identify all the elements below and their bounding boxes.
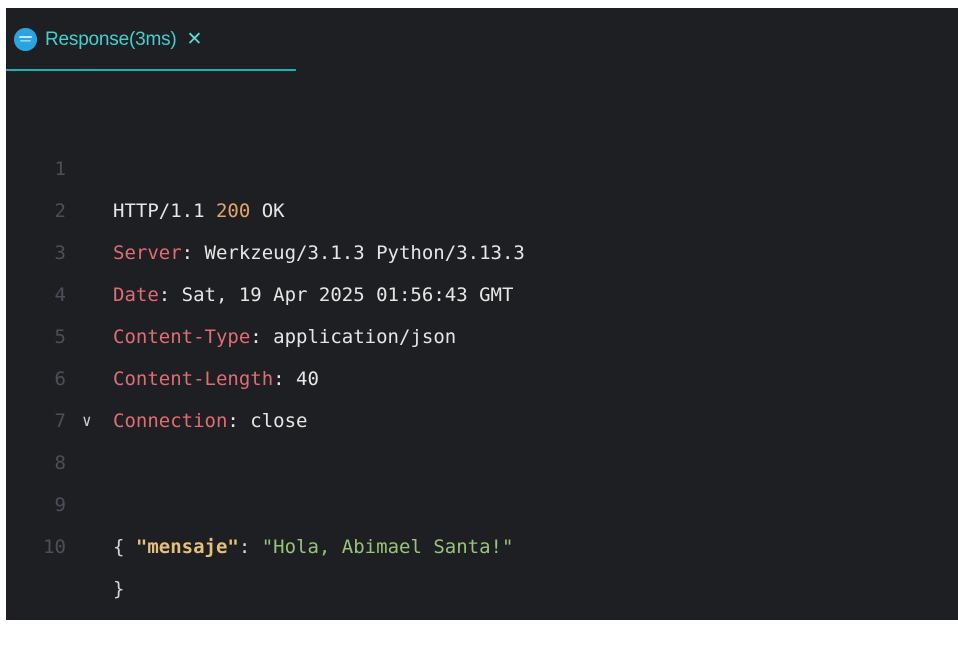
code-line: 1 HTTP/1.1 200 OK <box>6 106 958 222</box>
active-tab-indicator <box>6 69 296 71</box>
code-line: 6 Connection: close <box>6 316 958 432</box>
code-line: 8 ∨ { <box>6 400 958 558</box>
close-icon[interactable]: ✕ <box>187 30 203 49</box>
tab-label: Response(3ms) <box>45 28 177 50</box>
code-line: 3 Date: Sat, 19 Apr 2025 01:56:43 GMT <box>6 190 958 306</box>
code-line: 10 } <box>6 484 958 600</box>
line-number: 10 <box>43 536 66 558</box>
code-content: "mensaje": "Hola, Abimael Santa!" <box>113 526 514 568</box>
json-separator: : <box>238 536 262 558</box>
response-panel: Response(3ms) ✕ 1 HTTP/1.1 200 OK 2 Serv… <box>6 8 958 620</box>
code-line: 4 Content-Type: application/json <box>6 232 958 348</box>
code-line: 2 Server: Werkzeug/3.1.3 Python/3.13.3 <box>6 148 958 264</box>
tab-bar: Response(3ms) ✕ <box>6 8 958 71</box>
code-line: 9 "mensaje": "Hola, Abimael Santa!" <box>6 442 958 558</box>
code-line: 5 Content-Length: 40 <box>6 274 958 390</box>
code-line-empty: 7 <box>6 358 958 432</box>
api-client-globe-icon <box>14 28 37 51</box>
tab-response[interactable]: Response(3ms) ✕ <box>6 8 296 71</box>
response-body: 1 HTTP/1.1 200 OK 2 Server: Werkzeug/3.1… <box>6 106 958 600</box>
json-key: "mensaje" <box>135 536 239 558</box>
json-close-brace: } <box>113 578 125 600</box>
fold-chevron-icon[interactable]: ∨ <box>82 400 92 442</box>
json-string-value: "Hola, Abimael Santa!" <box>261 536 514 558</box>
